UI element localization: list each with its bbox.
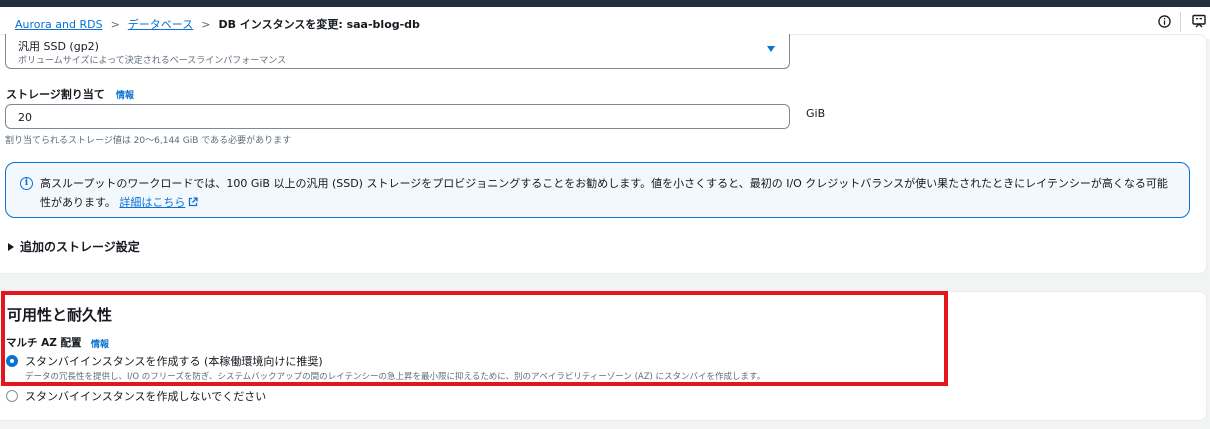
storage-type-description: ボリュームサイズによって決定されるベースラインパフォーマンス bbox=[18, 56, 287, 66]
storage-container bbox=[0, 34, 1207, 274]
learn-more-link-text: 詳細はこちら bbox=[119, 196, 186, 209]
breadcrumb-aurora-rds[interactable]: Aurora and RDS bbox=[15, 18, 103, 31]
breadcrumb: Aurora and RDS > データベース > DB インスタンスを変更: … bbox=[15, 16, 420, 32]
storage-allocation-input[interactable]: 20 bbox=[5, 104, 790, 129]
storage-type-value: 汎用 SSD (gp2) bbox=[18, 40, 99, 53]
highlight-box bbox=[1, 291, 948, 386]
info-circle-icon: i bbox=[20, 177, 33, 190]
caret-down-icon bbox=[767, 46, 775, 52]
breadcrumb-separator-icon: > bbox=[110, 17, 120, 31]
storage-allocation-value: 20 bbox=[18, 111, 32, 124]
alert-text: 高スループットのワークロードでは、100 GiB 以上の汎用 (SSD) ストレ… bbox=[40, 177, 1168, 209]
alert-message: 高スループットのワークロードでは、100 GiB 以上の汎用 (SSD) ストレ… bbox=[40, 174, 1175, 212]
external-link-icon bbox=[189, 197, 199, 207]
breadcrumb-current: DB インスタンスを変更: saa-blog-db bbox=[218, 18, 420, 31]
storage-type-select[interactable]: 汎用 SSD (gp2) ボリュームサイズによって決定されるベースラインパフォー… bbox=[5, 34, 790, 69]
radio-no-standby[interactable] bbox=[6, 390, 18, 402]
storage-unit: GiB bbox=[806, 107, 826, 120]
toolbar-divider bbox=[1180, 12, 1181, 32]
additional-storage-expander[interactable]: 追加のストレージ設定 bbox=[8, 238, 140, 255]
info-circle-icon[interactable] bbox=[1157, 14, 1171, 28]
info-alert: i 高スループットのワークロードでは、100 GiB 以上の汎用 (SSD) ス… bbox=[5, 162, 1190, 218]
top-nav-bar bbox=[0, 0, 1210, 7]
storage-allocation-label: ストレージ割り当て bbox=[6, 88, 105, 101]
additional-storage-label: 追加のストレージ設定 bbox=[20, 240, 140, 254]
caret-right-icon bbox=[8, 242, 14, 251]
feedback-icon[interactable] bbox=[1192, 14, 1206, 28]
learn-more-link[interactable]: 詳細はこちら bbox=[119, 196, 199, 209]
storage-allocation-hint: 割り当てられるストレージ値は 20〜6,144 GiB である必要があります bbox=[5, 136, 292, 146]
breadcrumb-separator-icon: > bbox=[201, 17, 211, 31]
radio-no-standby-label[interactable]: スタンバイインスタンスを作成しないでください bbox=[25, 388, 266, 404]
storage-allocation-info-link[interactable]: 情報 bbox=[116, 88, 134, 101]
breadcrumb-databases[interactable]: データベース bbox=[128, 16, 193, 32]
